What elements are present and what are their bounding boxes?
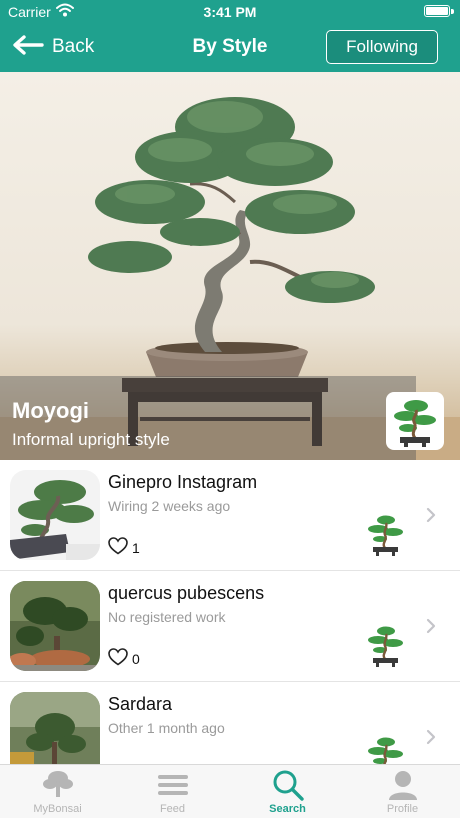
tab-bar: MyBonsai Feed Search Profile bbox=[0, 764, 460, 818]
like-count: 1 bbox=[132, 540, 140, 556]
person-icon bbox=[387, 769, 419, 801]
tab-label: Feed bbox=[159, 803, 186, 815]
style-hero: Moyogi Informal upright style bbox=[0, 72, 460, 460]
following-button[interactable]: Following bbox=[326, 30, 438, 64]
bonsai-style-icon bbox=[364, 512, 406, 558]
tab-label: MyBonsai bbox=[33, 803, 82, 815]
heart-icon bbox=[108, 647, 128, 671]
tab-search[interactable]: Search bbox=[230, 765, 345, 818]
battery-icon bbox=[424, 5, 454, 17]
search-icon bbox=[272, 769, 304, 801]
chevron-right-icon bbox=[424, 728, 438, 746]
bonsai-thumbnail bbox=[10, 692, 100, 764]
bonsai-style-icon bbox=[364, 734, 406, 764]
item-name: Sardara bbox=[108, 694, 173, 714]
item-name: Ginepro Instagram bbox=[108, 472, 258, 492]
tab-label: Profile bbox=[386, 803, 419, 815]
status-time: 3:41 PM bbox=[203, 4, 257, 20]
tab-mybonsai[interactable]: MyBonsai bbox=[0, 765, 115, 818]
style-title: Moyogi bbox=[12, 398, 89, 423]
list-item[interactable]: Ginepro Instagram Wiring 2 weeks ago 1 bbox=[0, 460, 460, 571]
tab-label: Search bbox=[269, 803, 306, 815]
item-subtitle: Other 1 month ago bbox=[108, 720, 225, 736]
like-count: 0 bbox=[132, 651, 140, 667]
like-button[interactable]: 1 bbox=[108, 536, 140, 560]
like-button[interactable]: 0 bbox=[108, 647, 140, 671]
item-subtitle: Wiring 2 weeks ago bbox=[108, 498, 231, 514]
style-icon-thumbnail[interactable] bbox=[386, 392, 444, 450]
heart-icon bbox=[108, 536, 128, 560]
list-item[interactable]: Sardara Other 1 month ago bbox=[0, 682, 460, 764]
navigation-header: Carrier 3:41 PM Back By Style Following bbox=[0, 0, 460, 72]
style-subtitle: Informal upright style bbox=[12, 430, 170, 449]
tree-icon bbox=[42, 769, 74, 801]
bonsai-style-icon bbox=[364, 623, 406, 669]
tab-profile[interactable]: Profile bbox=[345, 765, 460, 818]
item-name: quercus pubescens bbox=[108, 583, 265, 603]
nav-bar: Back By Style Following bbox=[0, 24, 460, 72]
status-bar: Carrier 3:41 PM bbox=[0, 0, 460, 24]
bonsai-thumbnail bbox=[10, 581, 100, 671]
tab-feed[interactable]: Feed bbox=[115, 765, 230, 818]
menu-icon bbox=[157, 769, 189, 801]
chevron-right-icon bbox=[424, 506, 438, 524]
item-subtitle: No registered work bbox=[108, 609, 226, 625]
list-item[interactable]: quercus pubescens No registered work 0 bbox=[0, 571, 460, 682]
bonsai-style-icon bbox=[394, 400, 436, 447]
bonsai-thumbnail bbox=[10, 470, 100, 560]
bonsai-list[interactable]: Ginepro Instagram Wiring 2 weeks ago 1 q… bbox=[0, 460, 460, 764]
chevron-right-icon bbox=[424, 617, 438, 635]
